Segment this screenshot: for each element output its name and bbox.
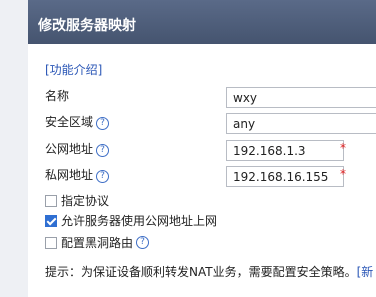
- edit-server-mapping-dialog: 修改服务器映射 [功能介绍] 名称 安全区域? 公网地址? * 私网地址? * …: [28, 0, 376, 297]
- private-address-help-icon[interactable]: ?: [96, 170, 110, 183]
- public-address-required-mark: *: [340, 141, 346, 155]
- blackhole-route-label: 配置黑洞路由: [61, 236, 134, 250]
- private-address-label-text: 私网地址: [45, 168, 94, 182]
- security-policy-hint: 提示：为保证设备顺利转发NAT业务，需要配置安全策略。[新: [45, 263, 373, 280]
- dialog-title: 修改服务器映射: [28, 0, 376, 44]
- blackhole-route-option[interactable]: 配置黑洞路由 ?: [45, 234, 150, 251]
- allow-public-internet-label: 允许服务器使用公网地址上网: [61, 214, 218, 228]
- hint-text: 提示：为保证设备顺利转发NAT业务，需要配置安全策略。: [45, 265, 357, 279]
- allow-public-internet-option[interactable]: 允许服务器使用公网地址上网: [45, 212, 217, 229]
- allow-public-internet-checkbox[interactable]: [45, 214, 57, 227]
- blackhole-route-checkbox[interactable]: [45, 236, 57, 249]
- specify-protocol-label: 指定协议: [61, 194, 110, 208]
- security-zone-label: 安全区域?: [45, 113, 110, 130]
- private-address-field[interactable]: [226, 166, 344, 187]
- blackhole-route-help-icon[interactable]: ?: [136, 236, 150, 249]
- name-field[interactable]: [226, 87, 376, 108]
- background-page: [0, 0, 28, 297]
- security-zone-select[interactable]: [226, 113, 376, 134]
- public-address-label-text: 公网地址: [45, 142, 94, 156]
- private-address-label: 私网地址?: [45, 166, 110, 183]
- public-address-field[interactable]: [226, 140, 344, 161]
- feature-intro-link[interactable]: [功能介绍]: [45, 61, 102, 78]
- name-label: 名称: [45, 89, 70, 103]
- security-zone-label-text: 安全区域: [45, 115, 94, 129]
- specify-protocol-checkbox[interactable]: [45, 194, 57, 207]
- public-address-help-icon[interactable]: ?: [96, 144, 110, 157]
- specify-protocol-option[interactable]: 指定协议: [45, 192, 109, 209]
- new-policy-link[interactable]: [新: [357, 265, 374, 279]
- security-zone-help-icon[interactable]: ?: [96, 117, 110, 130]
- private-address-required-mark: *: [340, 167, 346, 181]
- public-address-label: 公网地址?: [45, 140, 110, 157]
